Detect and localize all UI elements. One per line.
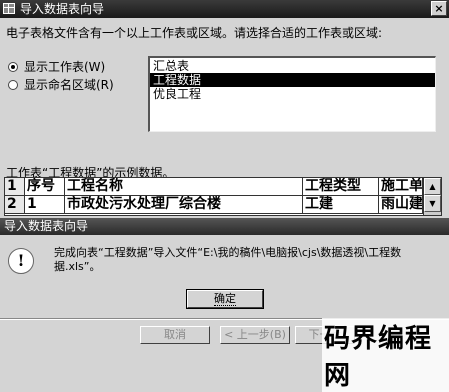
radio-sheets-label: 显示工作表(W) <box>24 60 106 74</box>
info-icon: ! <box>8 248 34 274</box>
ok-button[interactable]: 确定 <box>186 289 264 309</box>
list-item[interactable]: 优良工程 <box>150 87 435 101</box>
intro-text: 电子表格文件含有一个以上工作表或区域。请选择合适的工作表或区域: <box>6 26 383 40</box>
watermark: 码界编程网 <box>322 318 449 392</box>
sheet-listbox[interactable]: 汇总表 工程数据 优良工程 <box>148 56 436 132</box>
table-cell: 序号 <box>25 178 65 195</box>
radio-show-sheets[interactable]: 显示工作表(W) <box>8 58 105 75</box>
scroll-down-icon[interactable]: ▼ <box>424 195 441 212</box>
message-text: 完成向表“工程数据”导入文件“E:\我的稿件\电脑报\cjs\数据透视\工程数据… <box>54 246 402 273</box>
table-cell: 1 <box>25 196 65 213</box>
table-cell: 施工单 <box>381 178 423 195</box>
table-icon <box>3 3 15 14</box>
prev-button[interactable]: < 上一步(B) <box>220 326 290 344</box>
sample-grid[interactable]: 1 序号 工程名称 工程类型 施工单 2 1 市政处污水处理厂综合楼 工建 雨山… <box>4 177 442 216</box>
ok-label: 确定 <box>214 292 236 306</box>
wizard-title: 导入数据表向导 <box>20 2 105 16</box>
radio-show-ranges[interactable]: 显示命名区域(R) <box>8 76 114 93</box>
scroll-up-icon[interactable]: ▲ <box>424 178 441 195</box>
radio-selected-icon[interactable] <box>8 61 18 72</box>
list-item[interactable]: 汇总表 <box>150 59 435 73</box>
close-button[interactable]: × <box>431 1 447 16</box>
table-cell: 工建 <box>303 196 379 213</box>
row-number: 2 <box>5 196 25 213</box>
radio-unselected-icon[interactable] <box>8 79 18 90</box>
list-item-selected[interactable]: 工程数据 <box>150 73 435 87</box>
wizard-title-bar: 导入数据表向导 × <box>0 0 449 18</box>
radio-ranges-label: 显示命名区域(R) <box>24 78 114 92</box>
table-row: 2 1 市政处污水处理厂综合楼 工建 雨山建 <box>5 196 441 214</box>
table-cell: 工程类型 <box>303 178 379 195</box>
table-row: 1 序号 工程名称 工程类型 施工单 <box>5 178 441 196</box>
cancel-button[interactable]: 取消 <box>140 326 210 344</box>
row-number: 1 <box>5 178 25 195</box>
table-cell: 雨山建 <box>381 196 423 213</box>
table-cell: 工程名称 <box>65 178 303 195</box>
vertical-scrollbar[interactable]: ▲ ▼ <box>423 178 441 215</box>
table-cell: 市政处污水处理厂综合楼 <box>65 196 303 213</box>
message-title: 导入数据表向导 <box>0 218 449 235</box>
